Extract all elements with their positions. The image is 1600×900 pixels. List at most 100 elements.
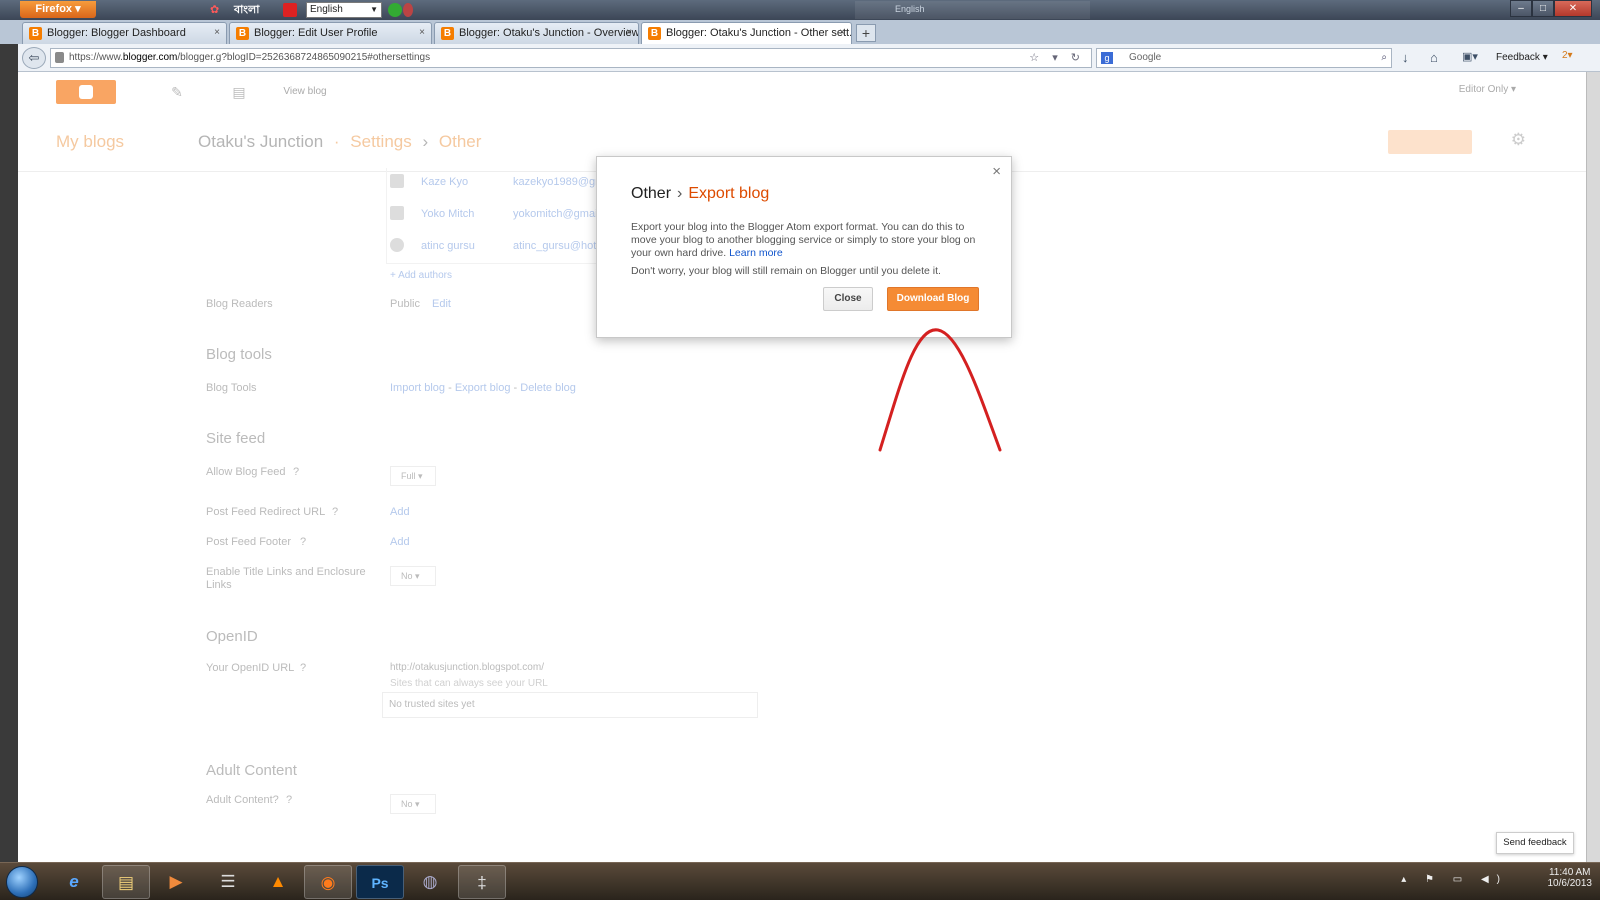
address-bar[interactable]: https://www.blogger.com/blogger.g?blogID… xyxy=(50,48,1092,68)
view-blog-button[interactable]: View blog xyxy=(276,80,334,104)
back-button[interactable]: ⇦ xyxy=(22,47,46,69)
close-button[interactable]: Close xyxy=(823,287,873,311)
photoshop-icon[interactable]: Ps xyxy=(356,865,404,899)
site-feed-header: Site feed xyxy=(206,430,266,447)
bookmark-reload-icons[interactable]: ☆ ▾ ↻ xyxy=(1029,49,1085,67)
window-titlebar: Firefox ▾ ✿ বাংলা English ▼ English – □ … xyxy=(0,0,1600,20)
close-window-button[interactable]: ✕ xyxy=(1554,0,1592,17)
firefox-menu-button[interactable]: Firefox ▾ xyxy=(20,1,96,18)
addon-badge[interactable]: 2▾ xyxy=(1562,50,1573,61)
import-blog-link[interactable]: Import blog xyxy=(390,382,445,394)
tab-blogger-dashboard[interactable]: B Blogger: Blogger Dashboard × xyxy=(22,22,227,44)
new-tab-button[interactable]: + xyxy=(856,24,876,42)
add-authors-link[interactable]: + Add authors xyxy=(390,270,452,281)
title-links-value: No xyxy=(401,571,413,581)
tab-edit-user-profile[interactable]: B Blogger: Edit User Profile × xyxy=(229,22,432,44)
file-explorer-icon[interactable]: ▤ xyxy=(102,865,150,899)
dialog-note: Don't worry, your blog will still remain… xyxy=(631,265,941,277)
maximize-button[interactable]: □ xyxy=(1532,0,1554,17)
tab-close-icon[interactable]: × xyxy=(214,23,220,43)
title-links-dropdown[interactable]: No ▾ xyxy=(390,566,436,586)
crumb-separator: › xyxy=(422,132,429,151)
tab-label: Blogger: Edit User Profile xyxy=(254,27,378,39)
home-icon[interactable]: ⌂ xyxy=(1430,50,1438,65)
start-button[interactable] xyxy=(6,866,38,898)
openid-url: http://otakusjunction.blogspot.com/ xyxy=(390,662,544,673)
download-blog-button[interactable]: Download Blog xyxy=(887,287,979,311)
export-blog-link[interactable]: Export blog xyxy=(455,382,511,394)
feedback-button[interactable]: Feedback ▾ xyxy=(1496,52,1548,63)
language-value: English xyxy=(310,4,343,15)
url-domain: blogger.com xyxy=(122,52,178,63)
help-icon[interactable]: ? xyxy=(300,662,306,674)
my-blogs-link[interactable]: My blogs xyxy=(56,132,124,152)
avatar xyxy=(390,174,404,188)
tab-close-icon[interactable]: × xyxy=(839,23,845,43)
gear-icon[interactable]: ⚙ xyxy=(1511,130,1526,150)
clock-date: 10/6/2013 xyxy=(1547,878,1593,889)
firefox-icon[interactable]: ◉ xyxy=(304,865,352,899)
google-search-engine-icon[interactable]: g xyxy=(1101,52,1113,64)
blog-readers-edit-link[interactable]: Edit xyxy=(432,298,451,310)
search-placeholder: Google xyxy=(1129,52,1162,63)
vlc-icon[interactable]: ▲ xyxy=(254,865,302,899)
search-input[interactable]: g Google ⌕ xyxy=(1096,48,1392,68)
save-settings-button[interactable] xyxy=(1388,130,1472,154)
help-icon[interactable]: ? xyxy=(300,536,306,548)
new-post-pencil-icon[interactable]: ✎ xyxy=(154,80,200,104)
blogger-favicon-icon: B xyxy=(236,27,249,40)
redirect-add-link[interactable]: Add xyxy=(390,506,410,518)
trusted-sites-box[interactable]: No trusted sites yet xyxy=(382,692,758,718)
feed-footer-add-link[interactable]: Add xyxy=(390,536,410,548)
acrobat-icon[interactable] xyxy=(283,3,297,17)
internet-explorer-icon[interactable]: e xyxy=(50,865,98,899)
allow-feed-dropdown[interactable]: Full ▾ xyxy=(390,466,436,486)
language-select[interactable]: English ▼ xyxy=(306,2,382,18)
tab-overview[interactable]: B Blogger: Otaku's Junction - Overview × xyxy=(434,22,639,44)
bookmarks-menu-icon[interactable]: ▣▾ xyxy=(1462,50,1478,63)
help-icon[interactable]: ? xyxy=(293,466,299,478)
blogger-home-button[interactable] xyxy=(56,80,116,104)
system-tray-icons[interactable]: ▴ ⚑ ▭ ◀) xyxy=(1401,874,1508,885)
author-name[interactable]: Yoko Mitch xyxy=(421,208,474,220)
download-icon[interactable]: ↓ xyxy=(1402,50,1409,65)
network-globe-icon[interactable]: ◍ xyxy=(406,865,454,899)
dialog-title: Other › Export blog xyxy=(631,185,769,203)
dialog-title-prefix: Other xyxy=(631,185,672,202)
tab-close-icon[interactable]: × xyxy=(419,23,425,43)
language-bar-label: English xyxy=(895,4,925,14)
tab-other-settings[interactable]: B Blogger: Otaku's Junction - Other sett… xyxy=(641,22,852,44)
learn-more-link[interactable]: Learn more xyxy=(729,247,783,259)
posts-list-icon[interactable]: ▤ xyxy=(216,80,262,104)
tool-icon[interactable] xyxy=(403,3,413,17)
scrollbar[interactable] xyxy=(1586,72,1600,862)
green-status-icon[interactable] xyxy=(388,3,402,17)
search-icon[interactable]: ⌕ xyxy=(1381,49,1387,67)
blogger-favicon-icon: B xyxy=(441,27,454,40)
tab-label: Blogger: Otaku's Junction - Overview xyxy=(459,27,639,39)
media-player-icon[interactable]: ▶ xyxy=(152,865,200,899)
close-icon[interactable]: × xyxy=(992,163,1001,180)
bangla-keyboard-label: বাংলা xyxy=(234,4,260,16)
crumb-dot: · xyxy=(333,132,340,151)
blog-name-crumb[interactable]: Otaku's Junction xyxy=(198,132,323,151)
send-feedback-button[interactable]: Send feedback xyxy=(1496,832,1574,854)
delete-blog-link[interactable]: Delete blog xyxy=(520,382,576,394)
left-sidebar-edge xyxy=(0,44,18,862)
tab-close-icon[interactable]: × xyxy=(626,23,632,43)
breadcrumb: Otaku's Junction · Settings › Other xyxy=(198,132,481,152)
help-icon[interactable]: ? xyxy=(286,794,292,806)
minimize-button[interactable]: – xyxy=(1510,0,1532,17)
media-player-classic-icon[interactable]: ☰ xyxy=(204,865,252,899)
tool-app-icon[interactable]: ‡ xyxy=(458,865,506,899)
openid-url-label: Your OpenID URL xyxy=(206,662,295,674)
settings-crumb[interactable]: Settings xyxy=(350,132,411,151)
adult-content-dropdown[interactable]: No ▾ xyxy=(390,794,436,814)
clock[interactable]: 11:40 AM 10/6/2013 xyxy=(1548,867,1593,889)
author-name[interactable]: Kaze Kyo xyxy=(421,176,468,188)
author-name[interactable]: atinc gursu xyxy=(421,240,475,252)
clock-time: 11:40 AM xyxy=(1548,867,1591,878)
editor-only-dropdown[interactable]: Editor Only ▾ xyxy=(1459,84,1516,95)
annotation-arrow xyxy=(878,328,1002,452)
help-icon[interactable]: ? xyxy=(332,506,338,518)
